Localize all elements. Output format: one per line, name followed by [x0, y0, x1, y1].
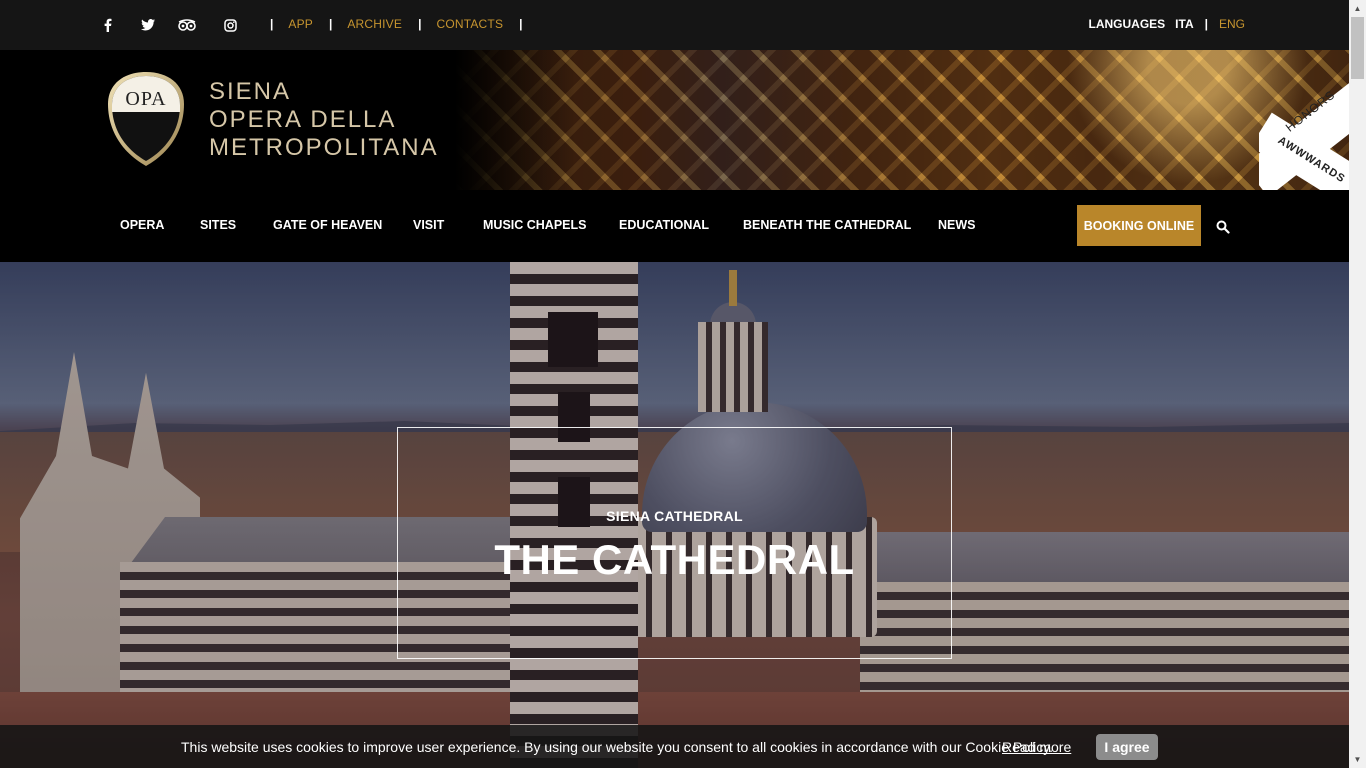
lang-eng[interactable]: ENG: [1219, 17, 1245, 31]
top-links: | APP | ARCHIVE | CONTACTS |: [270, 17, 523, 31]
main-nav: OPERA SITES GATE OF HEAVEN VISIT MUSIC C…: [0, 190, 1349, 262]
ceiling-fresco-image: [455, 50, 1349, 190]
nav-item-educational[interactable]: EDUCATIONAL: [619, 218, 709, 232]
contacts-link[interactable]: CONTACTS: [436, 17, 503, 31]
read-more-link[interactable]: Read more: [1002, 739, 1071, 755]
separator: |: [270, 17, 274, 31]
nav-item-visit[interactable]: VISIT: [413, 218, 444, 232]
archive-link[interactable]: ARCHIVE: [347, 17, 402, 31]
cookie-message: This website uses cookies to improve use…: [181, 739, 1054, 755]
nav-item-beneath-the-cathedral[interactable]: BENEATH THE CATHEDRAL: [743, 218, 911, 232]
top-bar: | APP | ARCHIVE | CONTACTS | LANGUAGES I…: [0, 0, 1349, 50]
search-icon[interactable]: [1216, 220, 1230, 234]
opa-logo[interactable]: OPA: [106, 70, 186, 168]
scroll-thumb[interactable]: [1351, 17, 1364, 79]
site-header: OPA SIENA OPERA DELLA METROPOLITANA HONO…: [0, 50, 1349, 190]
hero-subtitle: SIENA CATHEDRAL: [606, 508, 743, 524]
title-line-metropolitana: METROPOLITANA: [209, 134, 439, 161]
separator: |: [1204, 17, 1208, 31]
twitter-icon[interactable]: [140, 17, 156, 33]
separator: |: [418, 17, 422, 31]
facebook-icon[interactable]: [100, 17, 116, 33]
tripadvisor-icon[interactable]: [178, 17, 196, 33]
social-links: [100, 17, 238, 33]
lang-ita[interactable]: ITA: [1175, 17, 1193, 31]
agree-button[interactable]: I agree: [1096, 734, 1158, 760]
hero-banner: SIENA CATHEDRAL THE CATHEDRAL: [0, 262, 1349, 768]
awwwards-honors-ribbon[interactable]: HONORS AWWWARDS: [1259, 74, 1349, 190]
nav-item-news[interactable]: NEWS: [938, 218, 976, 232]
booking-online-button[interactable]: BOOKING ONLINE: [1077, 205, 1201, 246]
language-switcher: LANGUAGES ITA | ENG: [1089, 17, 1246, 31]
app-link[interactable]: APP: [288, 17, 313, 31]
scroll-down-arrow-icon[interactable]: ▼: [1349, 751, 1366, 768]
languages-label: LANGUAGES: [1088, 17, 1166, 31]
nav-item-gate-of-heaven[interactable]: GATE OF HEAVEN: [273, 218, 382, 232]
nav-item-opera[interactable]: OPERA: [120, 218, 164, 232]
hero-caption-box[interactable]: SIENA CATHEDRAL THE CATHEDRAL: [397, 427, 952, 659]
nav-item-sites[interactable]: SITES: [200, 218, 236, 232]
separator: |: [328, 17, 333, 31]
logo-text: OPA: [125, 88, 167, 110]
nav-item-music-chapels[interactable]: MUSIC CHAPELS: [483, 218, 586, 232]
page: | APP | ARCHIVE | CONTACTS | LANGUAGES I…: [0, 0, 1349, 768]
title-line-opera: OPERA DELLA: [209, 106, 397, 133]
site-title: SIENA OPERA DELLA METROPOLITANA: [209, 78, 439, 162]
separator: |: [519, 17, 523, 31]
vertical-scrollbar[interactable]: ▲ ▼: [1349, 0, 1366, 768]
instagram-icon[interactable]: [222, 17, 238, 33]
title-line-siena: SIENA: [209, 78, 292, 105]
hero-title: THE CATHEDRAL: [494, 536, 855, 583]
scroll-up-arrow-icon[interactable]: ▲: [1349, 0, 1366, 17]
cookie-banner: This website uses cookies to improve use…: [0, 725, 1349, 768]
